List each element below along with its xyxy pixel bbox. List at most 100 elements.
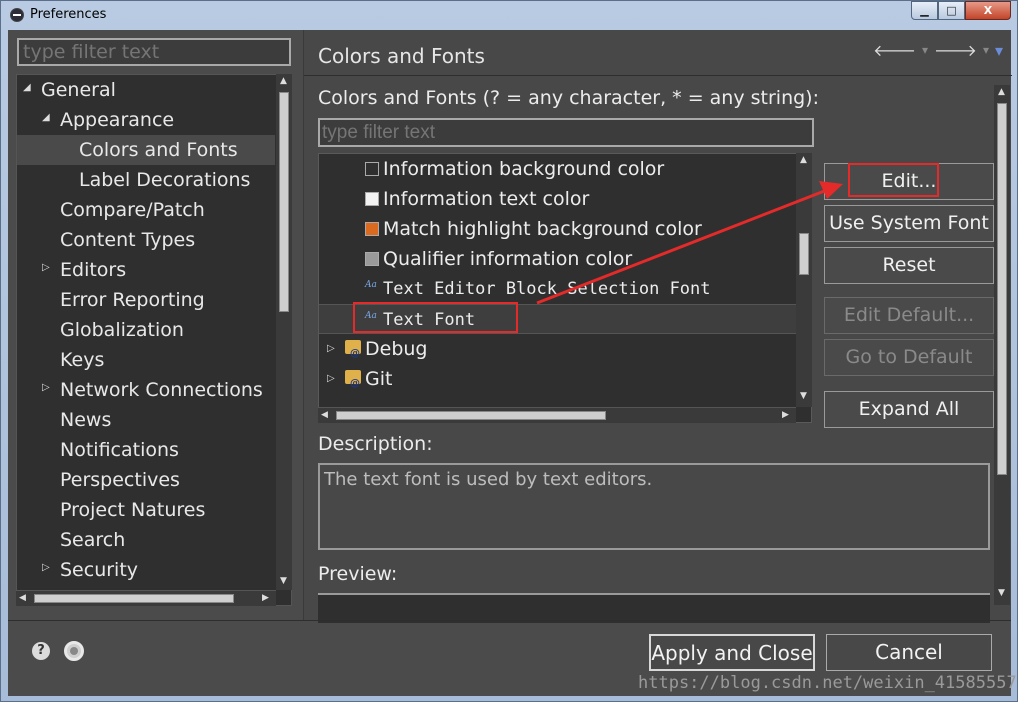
description-box: The text font is used by text editors. [318, 463, 990, 550]
tree-item-label: Content Types [60, 229, 196, 251]
colors-filter-input[interactable] [318, 118, 814, 147]
tree-item[interactable]: Keys [17, 345, 275, 375]
expand-arrow-icon[interactable]: ▷ [42, 263, 52, 273]
tree-item[interactable]: ▷ Security [17, 555, 275, 585]
tree-item[interactable]: Colors and Fonts [17, 135, 275, 165]
tree-item-label: Network Connections [60, 379, 263, 401]
scroll-thumb[interactable] [336, 411, 606, 420]
color-font-item-label: Match highlight background color [383, 218, 702, 240]
scroll-left-arrow-icon[interactable]: ◀ [321, 410, 328, 420]
scroll-down-arrow-icon[interactable]: ▼ [800, 391, 807, 401]
apply-and-close-button[interactable]: Apply and Close [649, 634, 815, 671]
scroll-thumb[interactable] [279, 92, 289, 312]
left-horizontal-scrollbar[interactable]: ◀ ▶ [16, 590, 276, 606]
scroll-thumb[interactable] [997, 103, 1007, 475]
tree-item[interactable]: Label Decorations [17, 165, 275, 195]
scroll-up-arrow-icon[interactable]: ▲ [998, 87, 1005, 97]
page-vertical-scrollbar[interactable]: ▲ ▼ [994, 85, 1010, 605]
tree-item-label: Label Decorations [79, 169, 251, 191]
import-export-icon[interactable] [64, 641, 84, 661]
expand-all-button[interactable]: Expand All [824, 391, 994, 428]
scroll-left-arrow-icon[interactable]: ◀ [19, 593, 26, 603]
colors-fonts-tree[interactable]: Information background color Information … [318, 153, 812, 423]
back-arrow-icon[interactable]: 🡐 [873, 40, 916, 60]
preview-area [318, 593, 990, 623]
description-label: Description: [318, 433, 433, 455]
color-font-item-label: Qualifier information color [383, 248, 633, 270]
preferences-window: Preferences ▁ □ X ◢ General ◢ Appearance Col… [0, 0, 1018, 702]
expand-arrow-icon[interactable]: ▷ [327, 344, 337, 354]
scroll-down-arrow-icon[interactable]: ▼ [280, 576, 287, 586]
scroll-right-arrow-icon[interactable]: ▶ [262, 593, 269, 603]
section-label: Colors and Fonts (? = any character, * =… [318, 87, 819, 109]
maximize-button[interactable]: □ [938, 1, 965, 20]
color-font-item[interactable]: Qualifier information color [319, 244, 797, 274]
cancel-button[interactable]: Cancel [826, 634, 992, 671]
color-font-item[interactable]: Information background color [319, 154, 797, 184]
tree-item[interactable]: Notifications [17, 435, 275, 465]
expand-arrow-icon[interactable]: ▷ [42, 563, 52, 573]
tree-item[interactable]: Project Natures [17, 495, 275, 525]
close-button[interactable]: X [965, 1, 1011, 20]
color-font-item-label: Debug [365, 338, 428, 360]
annotation-box-text-font [353, 302, 518, 333]
tree-item[interactable]: News [17, 405, 275, 435]
tree-item-label: News [60, 409, 112, 431]
color-font-item[interactable]: ▷ Debug [319, 334, 797, 369]
minimize-button[interactable]: ▁ [911, 1, 938, 20]
color-font-item[interactable]: Match highlight background color [319, 214, 797, 244]
tree-horizontal-scrollbar[interactable]: ◀ ▶ [318, 407, 796, 423]
color-font-item[interactable]: ▷ Git [319, 364, 797, 399]
help-icon[interactable]: ? [32, 642, 50, 660]
scroll-down-arrow-icon[interactable]: ▼ [998, 588, 1005, 598]
color-font-item[interactable]: Information text color [319, 184, 797, 214]
tree-item-label: Colors and Fonts [79, 139, 238, 161]
tree-item[interactable]: ▷ Editors [17, 255, 275, 285]
tree-item[interactable]: Perspectives [17, 465, 275, 495]
expand-arrow-icon[interactable]: ▷ [327, 374, 337, 384]
tree-item-label: Globalization [60, 319, 184, 341]
color-font-item[interactable]: Aa Text Editor Block Selection Font [319, 274, 797, 304]
color-swatch-icon [365, 222, 379, 236]
tree-item-label: Security [60, 559, 139, 581]
dialog-client: ◢ General ◢ Appearance Colors and Fonts Label… [8, 30, 1017, 696]
scroll-up-arrow-icon[interactable]: ▲ [800, 155, 807, 165]
forward-arrow-icon[interactable]: 🡒 [934, 40, 977, 60]
divider [304, 75, 1012, 76]
tree-item[interactable]: ◢ Appearance [17, 105, 275, 135]
left-vertical-scrollbar[interactable]: ▲ ▼ [276, 74, 292, 590]
scroll-up-arrow-icon[interactable]: ▲ [280, 76, 287, 86]
scroll-right-arrow-icon[interactable]: ▶ [782, 410, 789, 420]
preview-label: Preview: [318, 563, 398, 585]
collapse-arrow-icon[interactable]: ◢ [42, 113, 52, 123]
tree-item[interactable]: ◢ General [17, 75, 275, 105]
page-title: Colors and Fonts [318, 44, 485, 68]
divider [8, 620, 1011, 621]
go-to-default-button[interactable]: Go to Default [824, 339, 994, 376]
tree-item[interactable]: Globalization [17, 315, 275, 345]
expand-arrow-icon[interactable]: ▷ [42, 383, 52, 393]
chevron-down-icon[interactable]: ▾ [983, 43, 989, 57]
edit-default-button[interactable]: Edit Default... [824, 297, 994, 334]
tree-item[interactable]: ▷ Network Connections [17, 375, 275, 405]
chevron-down-icon[interactable]: ▾ [922, 43, 928, 57]
reset-button[interactable]: Reset [824, 247, 994, 284]
tree-item-label: General [41, 79, 116, 101]
watermark: https://blog.csdn.net/weixin_41585557 [638, 673, 1017, 693]
preference-tree[interactable]: ◢ General ◢ Appearance Colors and Fonts Label… [16, 74, 292, 606]
tree-item[interactable]: Compare/Patch [17, 195, 275, 225]
tree-item[interactable]: Error Reporting [17, 285, 275, 315]
view-menu-icon[interactable]: ▾ [995, 41, 1003, 60]
collapse-arrow-icon[interactable]: ◢ [23, 83, 33, 93]
tree-item[interactable]: Search [17, 525, 275, 555]
use-system-font-button[interactable]: Use System Font [824, 205, 994, 242]
color-swatch-icon [365, 162, 379, 176]
title-bar[interactable]: Preferences ▁ □ X [1, 1, 1017, 29]
scroll-thumb[interactable] [799, 233, 809, 275]
tree-vertical-scrollbar[interactable]: ▲ ▼ [796, 153, 812, 407]
left-filter-input[interactable] [17, 38, 291, 66]
color-font-item-label: Information text color [383, 188, 590, 210]
scroll-thumb[interactable] [34, 594, 234, 603]
tree-item[interactable]: Content Types [17, 225, 275, 255]
annotation-box-edit [848, 163, 939, 197]
